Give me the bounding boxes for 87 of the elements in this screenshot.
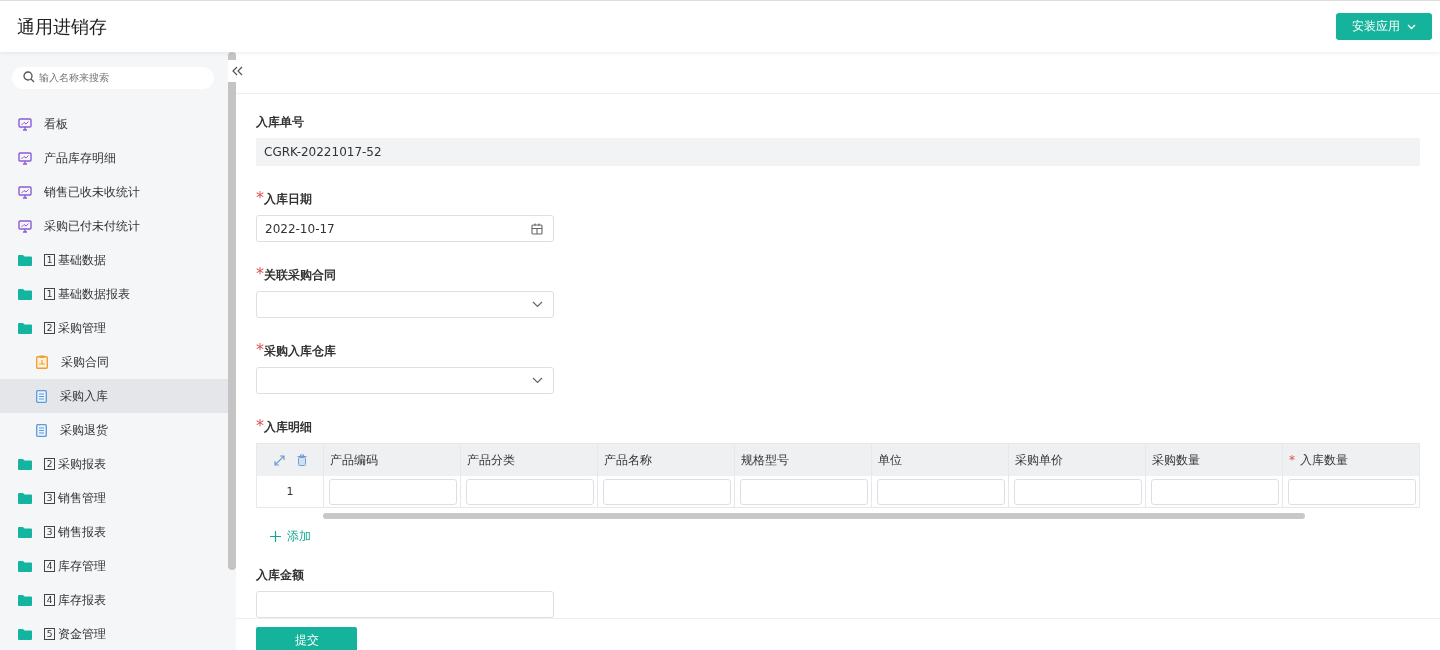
folder-icon: [18, 322, 32, 334]
required-mark: *: [256, 416, 264, 435]
sidebar-item[interactable]: 3 销售报表: [0, 515, 228, 549]
chevron-down-icon: [1407, 23, 1416, 30]
sidebar-item[interactable]: 5 资金管理: [0, 617, 228, 650]
scrollbar[interactable]: [323, 513, 1305, 519]
number-badge: 5: [44, 628, 55, 640]
column-header: 产品名称: [604, 451, 652, 469]
document-icon: [36, 389, 47, 403]
readonly-field: CGRK-20221017-52: [256, 138, 1420, 166]
input-field[interactable]: [256, 591, 554, 618]
sidebar-item[interactable]: 4 库存报表: [0, 583, 228, 617]
field-label: 采购入库仓库: [264, 344, 336, 360]
column-header: 入库数量: [1300, 451, 1348, 469]
number-badge: 1: [44, 254, 55, 266]
sidebar-item[interactable]: 看板: [0, 107, 228, 141]
number-badge: 3: [44, 492, 55, 504]
number-badge: 4: [44, 560, 55, 572]
sidebar-item[interactable]: 2 采购报表: [0, 447, 228, 481]
search-field[interactable]: 输入名称来搜索: [12, 66, 214, 89]
required-mark: *: [256, 340, 264, 359]
sidebar-item[interactable]: 采购已付未付统计: [0, 209, 228, 243]
column-header: 单位: [878, 451, 902, 469]
sidebar-item[interactable]: 产品库存明细: [0, 141, 228, 175]
number-badge: 2: [44, 322, 55, 334]
cell-input[interactable]: [466, 478, 594, 505]
app-title: 通用进销存: [17, 14, 107, 39]
number-badge: 3: [44, 526, 55, 538]
expand-icon[interactable]: [273, 454, 285, 466]
clipboard-icon: [36, 355, 48, 369]
number-badge: 2: [44, 458, 55, 470]
sidebar-item[interactable]: 销售已收未收统计: [0, 175, 228, 209]
field-label: 入库金额: [256, 567, 304, 584]
sidebar-item[interactable]: 3 销售管理: [0, 481, 228, 515]
dropdown-field[interactable]: [256, 367, 554, 394]
required-mark: *: [1289, 453, 1295, 467]
folder-icon: [18, 458, 32, 470]
folder-icon: [18, 628, 32, 640]
monitor-chart-icon: [18, 117, 32, 131]
required-mark: *: [256, 264, 264, 283]
cell-input[interactable]: [740, 478, 868, 505]
sidebar-item[interactable]: 采购合同: [0, 345, 228, 379]
monitor-chart-icon: [18, 151, 32, 165]
folder-icon: [18, 492, 32, 504]
field-label: 关联采购合同: [264, 268, 336, 284]
cell-input[interactable]: [329, 478, 457, 505]
cell-input[interactable]: [1151, 478, 1279, 505]
column-header: 采购数量: [1152, 451, 1200, 469]
cell-input[interactable]: [1014, 478, 1142, 505]
search-icon: [23, 71, 35, 83]
dropdown-field[interactable]: [256, 291, 554, 318]
double-chevron-left-icon: [231, 66, 243, 76]
document-icon: [36, 423, 47, 437]
field-label: 入库明细: [264, 420, 312, 436]
sidebar-item[interactable]: 1 基础数据报表: [0, 277, 228, 311]
number-badge: 1: [44, 288, 55, 300]
folder-icon: [18, 288, 32, 300]
column-header: 产品分类: [467, 451, 515, 469]
cell-input[interactable]: [1288, 478, 1416, 505]
cell-input[interactable]: [603, 478, 731, 505]
sidebar-item[interactable]: 采购退货: [0, 413, 228, 447]
folder-icon: [18, 560, 32, 572]
folder-icon: [18, 254, 32, 266]
cell-input[interactable]: [877, 478, 1005, 505]
calendar-icon: [531, 222, 543, 235]
sidebar-item[interactable]: 4 库存管理: [0, 549, 228, 583]
plus-icon: [270, 531, 281, 542]
date-field[interactable]: 2022-10-17: [256, 215, 554, 242]
number-badge: 4: [44, 594, 55, 606]
row-number: 1: [257, 476, 324, 507]
field-label: 入库单号: [256, 114, 304, 131]
column-header: 采购单价: [1015, 451, 1063, 469]
folder-icon: [18, 594, 32, 606]
trash-icon[interactable]: [296, 454, 307, 466]
sidebar-item[interactable]: 2 采购管理: [0, 311, 228, 345]
scrollbar[interactable]: [228, 52, 236, 570]
chevron-down-icon: [532, 377, 543, 384]
sidebar-item[interactable]: 采购入库: [0, 379, 228, 413]
column-header: 产品编码: [330, 451, 378, 469]
monitor-chart-icon: [18, 219, 32, 233]
sidebar-item[interactable]: 1 基础数据: [0, 243, 228, 277]
field-label: 入库日期: [264, 192, 312, 208]
monitor-chart-icon: [18, 185, 32, 199]
folder-icon: [18, 526, 32, 538]
column-header: 规格型号: [741, 451, 789, 469]
chevron-down-icon: [532, 301, 543, 308]
required-mark: *: [256, 188, 264, 207]
